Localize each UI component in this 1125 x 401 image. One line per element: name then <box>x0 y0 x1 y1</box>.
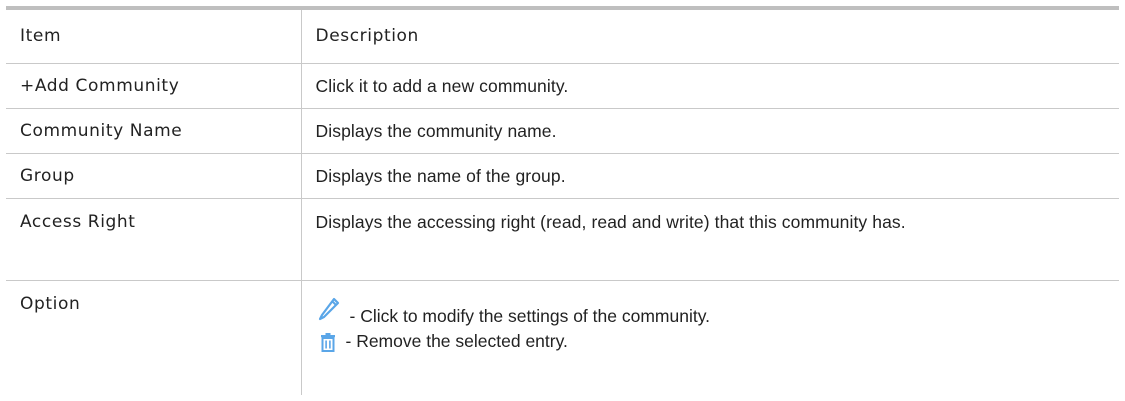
trash-icon <box>318 332 338 352</box>
option-remove-text: - Remove the selected entry. <box>345 331 568 351</box>
table-row: Group Displays the name of the group. <box>6 153 1119 199</box>
option-line-modify: - Click to modify the settings of the co… <box>316 295 1106 326</box>
row-description-option: - Click to modify the settings of the co… <box>300 280 1119 395</box>
row-item-group: Group <box>6 153 301 199</box>
row-description: Displays the name of the group. <box>300 153 1119 199</box>
row-description: Displays the accessing right (read, read… <box>300 198 1119 281</box>
item-description-table: Item Description +Add Community Click it… <box>6 6 1119 395</box>
header-item: Item <box>6 8 301 64</box>
option-line-remove: - Remove the selected entry. <box>316 331 1106 352</box>
row-item-add-community: +Add Community <box>6 63 301 109</box>
table-row: Access Right Displays the accessing righ… <box>6 198 1119 281</box>
row-description: Click it to add a new community. <box>300 63 1119 109</box>
table-row: Community Name Displays the community na… <box>6 108 1119 154</box>
option-modify-text: - Click to modify the settings of the co… <box>349 306 711 326</box>
table-header-row: Item Description <box>6 8 1119 64</box>
table-row: Option - Click to modify the settings of… <box>6 280 1119 395</box>
row-description: Displays the community name. <box>300 108 1119 154</box>
header-description: Description <box>300 8 1119 64</box>
row-item-community-name: Community Name <box>6 108 301 154</box>
pencil-icon <box>316 295 342 321</box>
table-row: +Add Community Click it to add a new com… <box>6 63 1119 109</box>
row-item-option: Option <box>20 294 81 314</box>
row-item-access-right: Access Right <box>6 198 301 281</box>
